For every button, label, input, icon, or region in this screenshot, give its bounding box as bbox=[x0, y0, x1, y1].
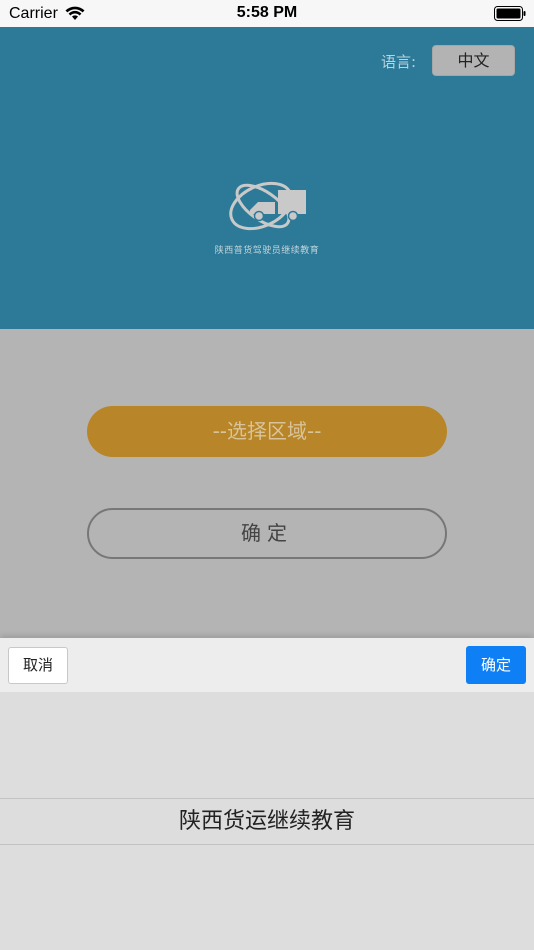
logo-caption: 陕西普货驾驶员继续教育 bbox=[214, 246, 320, 256]
status-bar: Carrier 5:58 PM bbox=[0, 0, 534, 27]
select-region-button[interactable]: --选择区域-- bbox=[87, 406, 447, 457]
picker-cancel-button[interactable]: 取消 bbox=[8, 647, 68, 684]
language-button[interactable]: 中文 bbox=[432, 45, 515, 76]
picker-selection-divider-bottom bbox=[0, 844, 534, 845]
status-time: 5:58 PM bbox=[236, 4, 298, 21]
region-picker-wheel[interactable]: 陕西货运继续教育 bbox=[0, 692, 534, 950]
header-banner: 语言: 中文 陕西普货驾驶员继续教育 bbox=[0, 27, 534, 329]
app-screen: Carrier 5:58 PM 语言: 中文 陕西普货驾驶员继续教育 --选择区… bbox=[0, 0, 534, 950]
confirm-button[interactable]: 确定 bbox=[87, 508, 447, 559]
picker-option-selected[interactable]: 陕西货运继续教育 bbox=[0, 799, 534, 844]
picker-done-button[interactable]: 确定 bbox=[466, 646, 526, 684]
truck-logo-icon bbox=[229, 181, 306, 231]
battery-icon bbox=[494, 6, 526, 21]
picker-toolbar: 取消 确定 bbox=[0, 638, 534, 692]
language-label: 语言: bbox=[381, 53, 417, 71]
